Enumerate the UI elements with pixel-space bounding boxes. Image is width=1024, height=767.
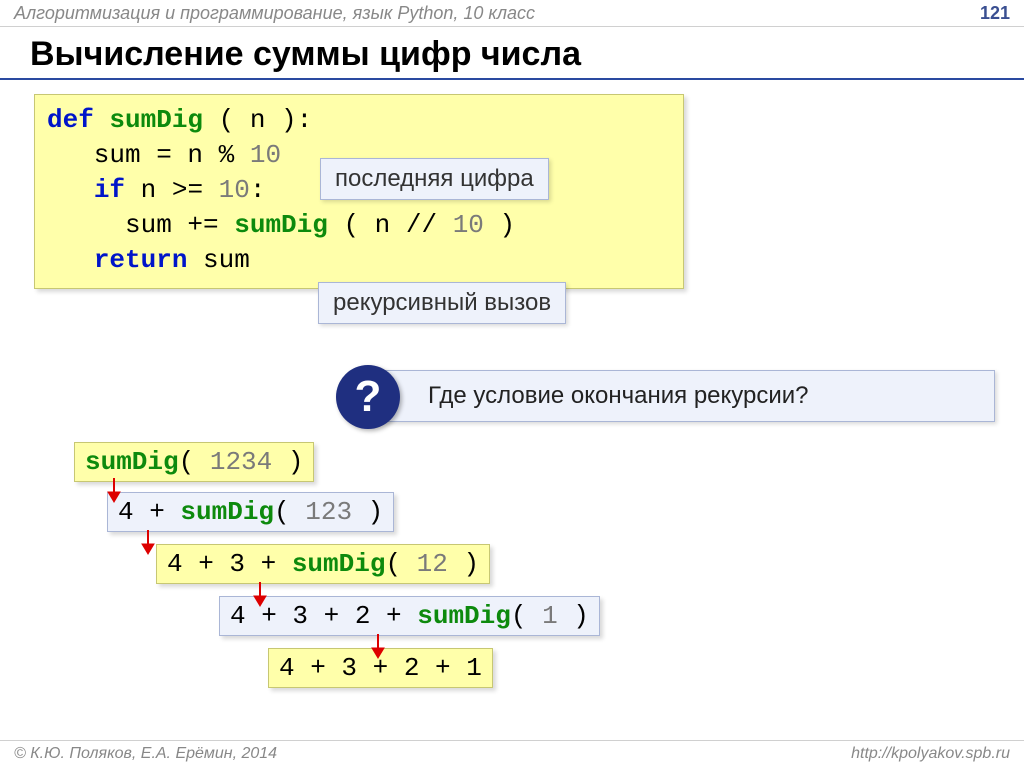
question-box: ? Где условие окончания рекурсии? xyxy=(355,370,995,422)
footer-copyright: © К.Ю. Поляков, Е.А. Ерёмин, 2014 xyxy=(14,745,277,763)
step-1: sumDig( 1234 ) xyxy=(74,442,314,482)
code-l3d: 10 xyxy=(219,175,250,205)
code-l2b: = n % xyxy=(141,140,250,170)
code-l5c: sum xyxy=(187,245,249,275)
code-l4b: sumDig xyxy=(234,210,328,240)
fn-name: sumDig xyxy=(109,105,203,135)
question-text: Где условие окончания рекурсии? xyxy=(428,382,809,410)
s3e: ) xyxy=(448,549,479,579)
s1d: ) xyxy=(272,447,303,477)
question-mark-icon: ? xyxy=(336,365,400,429)
s4e: ) xyxy=(558,601,589,631)
course-title: Алгоритмизация и программирование, язык … xyxy=(14,3,535,24)
label-last-digit: последняя цифра xyxy=(320,158,549,200)
code-l5a xyxy=(47,245,94,275)
code-l3e: : xyxy=(250,175,266,205)
s4c: ( xyxy=(511,601,542,631)
code-l4d: 10 xyxy=(453,210,484,240)
code-l2a: sum xyxy=(47,140,141,170)
page-title: Вычисление суммы цифр числа xyxy=(0,27,1024,80)
s3a: 4 + 3 + xyxy=(167,549,292,579)
s2c: ( xyxy=(274,497,305,527)
kw-if: if xyxy=(94,175,125,205)
arrow-icon xyxy=(358,634,398,660)
fn-args: ( n ): xyxy=(203,105,312,135)
s1b: ( xyxy=(179,447,210,477)
code-l4a: sum += xyxy=(47,210,234,240)
step-3: 4 + 3 + sumDig( 12 ) xyxy=(156,544,490,584)
code-l3a xyxy=(47,175,94,205)
arrow-icon xyxy=(94,478,134,504)
header-bar: Алгоритмизация и программирование, язык … xyxy=(0,0,1024,27)
s2e: ) xyxy=(352,497,383,527)
step-2: 4 + sumDig( 123 ) xyxy=(107,492,394,532)
code-l2c: 10 xyxy=(250,140,281,170)
code-l4e: ) xyxy=(484,210,515,240)
code-l3c: n >= xyxy=(125,175,219,205)
s3d: 12 xyxy=(417,549,448,579)
s1a: sumDig xyxy=(85,447,179,477)
s4b: sumDig xyxy=(417,601,511,631)
kw-return: return xyxy=(94,245,188,275)
s1c: 1234 xyxy=(210,447,272,477)
page-number: 121 xyxy=(980,3,1010,24)
s3c: ( xyxy=(385,549,416,579)
footer-link: http://kpolyakov.spb.ru xyxy=(851,745,1010,763)
arrow-icon xyxy=(240,582,280,608)
footer: © К.Ю. Поляков, Е.А. Ерёмин, 2014 http:/… xyxy=(0,740,1024,767)
label-recursive-call: рекурсивный вызов xyxy=(318,282,566,324)
kw-def: def xyxy=(47,105,94,135)
s4d: 1 xyxy=(542,601,558,631)
code-l4c: ( n // xyxy=(328,210,453,240)
arrow-icon xyxy=(128,530,168,556)
s2b: sumDig xyxy=(180,497,274,527)
s2d: 123 xyxy=(305,497,352,527)
s3b: sumDig xyxy=(292,549,386,579)
